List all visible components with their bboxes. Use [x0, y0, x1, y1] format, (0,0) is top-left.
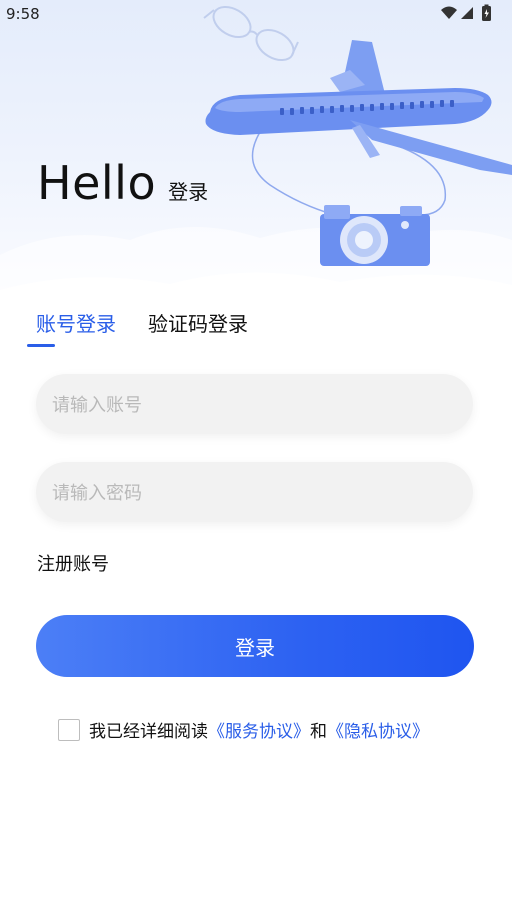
wifi-icon — [441, 6, 457, 19]
login-subtitle: 登录 — [168, 180, 209, 204]
agreement-row: 我已经详细阅读 《服务协议》 和 《隐私协议》 — [58, 717, 429, 742]
status-time: 9:58 — [6, 5, 40, 23]
hello-title: Hello — [37, 156, 157, 210]
active-tab-indicator — [27, 344, 55, 347]
cellular-signal-icon — [461, 7, 473, 19]
service-agreement-link[interactable]: 《服务协议》 — [208, 717, 310, 742]
password-input[interactable] — [50, 462, 454, 524]
greeting: Hello 登录 — [37, 156, 208, 210]
agreement-checkbox[interactable] — [58, 718, 80, 741]
airplane-icon — [205, 40, 512, 175]
camera-icon — [320, 205, 430, 266]
account-input[interactable] — [50, 374, 454, 436]
tab-account-login[interactable]: 账号登录 — [36, 308, 116, 337]
password-field — [36, 462, 473, 524]
status-bar: 9:58 — [0, 0, 512, 30]
agreement-prefix: 我已经详细阅读 — [89, 722, 208, 742]
tab-code-login[interactable]: 验证码登录 — [148, 308, 248, 337]
register-account-link[interactable]: 注册账号 — [37, 550, 109, 576]
login-button[interactable]: 登录 — [36, 615, 474, 677]
login-tabs: 账号登录 验证码登录 — [36, 308, 280, 337]
privacy-agreement-link[interactable]: 《隐私协议》 — [327, 717, 429, 742]
battery-charging-icon — [482, 4, 491, 21]
status-icons — [438, 4, 508, 24]
agreement-and: 和 — [310, 722, 327, 742]
account-field — [36, 374, 473, 436]
